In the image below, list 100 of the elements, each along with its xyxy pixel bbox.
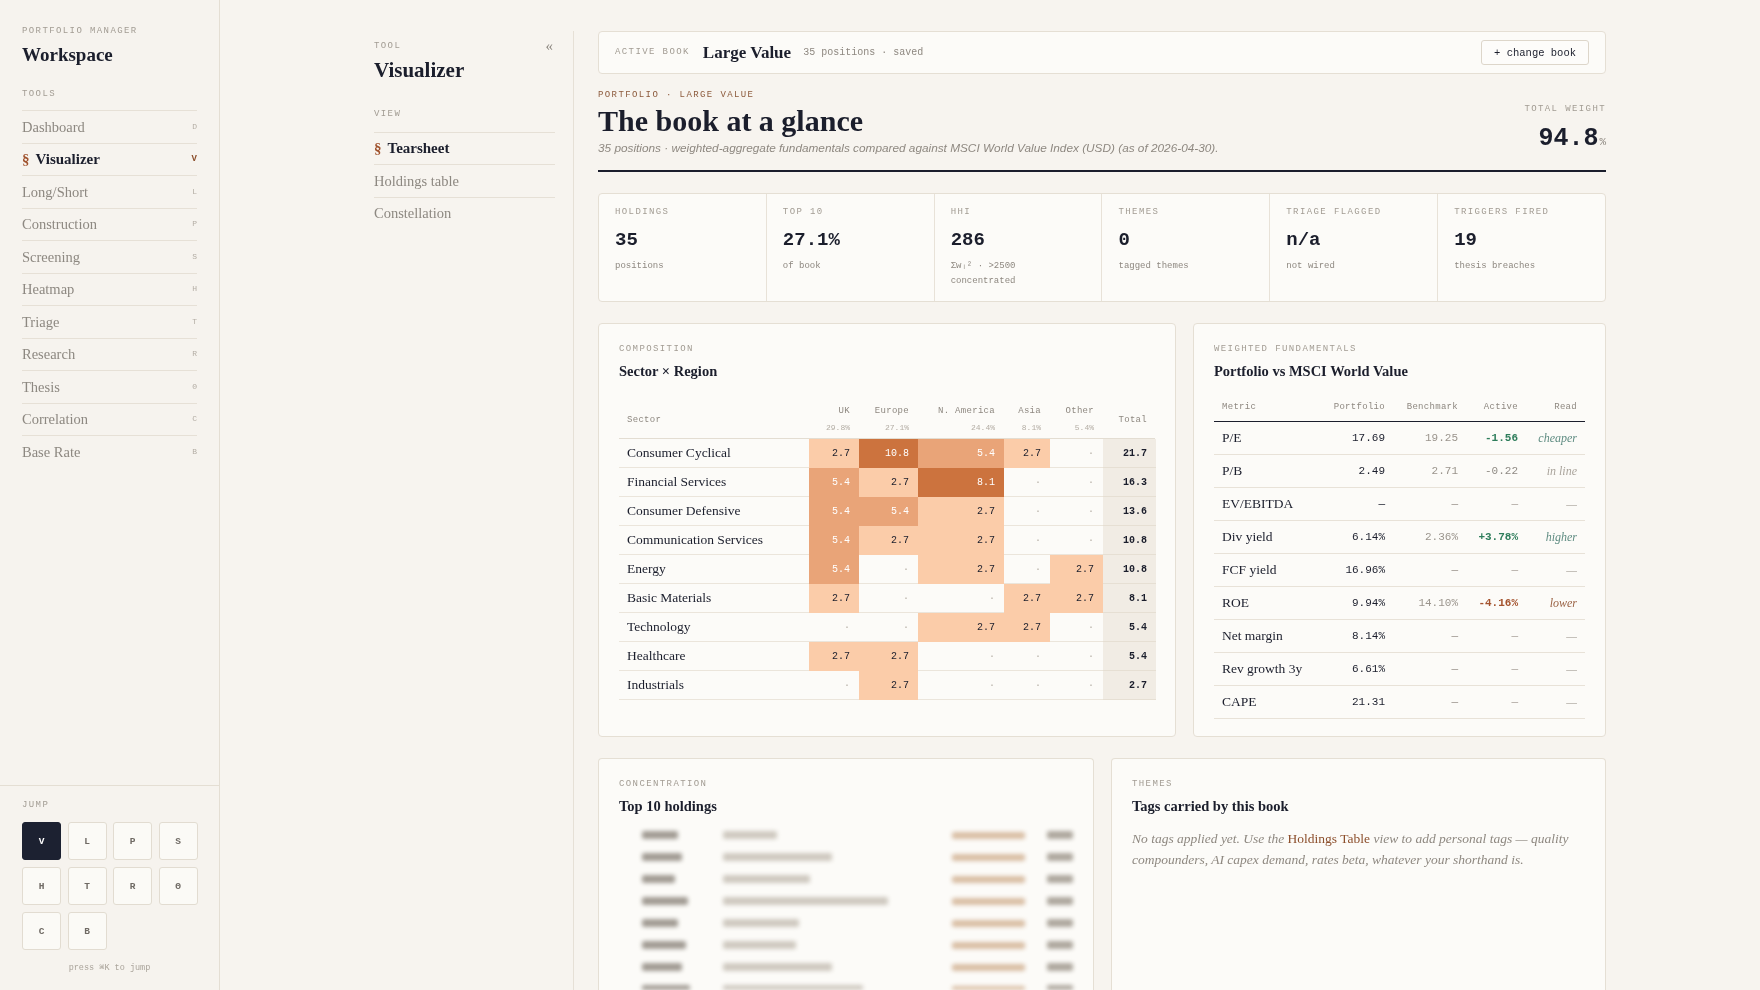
stat-label: HHI <box>950 206 973 218</box>
heatmap-cell: 2.7 <box>1004 584 1050 613</box>
total-cell: 8.1 <box>1103 584 1156 613</box>
card-title: Top 10 holdings <box>619 797 718 815</box>
column-label: UK <box>838 405 850 417</box>
heatmap-cell: 2.7 <box>1004 613 1050 642</box>
metric-label: EV/EBITDA <box>1214 488 1324 521</box>
jump-key-button[interactable]: B <box>67 912 107 950</box>
column-share: 24.4% <box>971 422 995 434</box>
portfolio-value: 2.49 <box>1324 455 1393 488</box>
column-label: Benchmark <box>1405 401 1459 414</box>
tool-eyebrow: TOOL <box>374 41 402 52</box>
portfolio-value: 9.94% <box>1324 587 1393 620</box>
heatmap-cell: 2.7 <box>859 671 918 700</box>
jump-key-button[interactable]: V <box>22 822 61 860</box>
sidebar-item[interactable]: Dashboard <box>22 117 85 136</box>
active-value: — <box>1466 686 1526 719</box>
column-label: Total <box>1118 413 1147 426</box>
metric-label: Net margin <box>1214 620 1324 653</box>
metric-label: ROE <box>1214 587 1324 620</box>
shortcut-key: T <box>192 316 197 327</box>
page-title: The book at a glance <box>598 103 865 138</box>
stat-note: Σwᵢ² · >2500 concentrated <box>950 259 1017 288</box>
sidebar-item[interactable]: Construction <box>22 215 97 234</box>
total-cell: 13.6 <box>1103 497 1156 526</box>
column-label: Sector <box>627 413 662 426</box>
workspace-title: Workspace <box>22 44 114 66</box>
change-book-button[interactable]: + change book <box>1481 40 1589 65</box>
jump-key-button[interactable]: Θ <box>158 867 198 905</box>
view-nav-item[interactable]: Holdings table <box>374 171 459 190</box>
themes-note: No tags applied yet. Use the Holdings Table view to add personal tags — quality compounders, AI capex demand, rates beta, whatever your shorthand is. <box>1132 829 1570 869</box>
total-cell: 10.8 <box>1103 555 1156 584</box>
card-title: Tags carried by this book <box>1132 797 1290 815</box>
card-title: Sector × Region <box>619 362 719 380</box>
portfolio-value: — <box>1324 488 1393 521</box>
heatmap-cell: 2.7 <box>918 613 1004 642</box>
sidebar-item[interactable]: Base Rate <box>22 442 81 461</box>
holdings-table-link[interactable]: Holdings Table <box>1287 830 1371 846</box>
view-nav-item[interactable]: § Tearsheet <box>374 139 450 158</box>
page-eyebrow: PORTFOLIO · LARGE VALUE <box>598 90 756 101</box>
heatmap-cell: 2.7 <box>859 468 918 497</box>
column-label: Europe <box>874 405 909 417</box>
sidebar-item[interactable]: Screening <box>22 247 80 266</box>
metric-label: P/B <box>1214 455 1324 488</box>
heatmap-cell: 2.7 <box>1004 439 1050 468</box>
heatmap-cell: 2.7 <box>918 555 1004 584</box>
jump-key-button[interactable]: H <box>22 867 61 905</box>
jump-key-button[interactable]: S <box>158 822 198 860</box>
card-eyebrow: COMPOSITION <box>619 343 695 355</box>
heatmap-cell: 2.7 <box>859 526 918 555</box>
page-subtitle: 35 positions · weighted-aggregate fundamentals compared against MSCI World Value Index (USD) (as of 2026-04-30). <box>598 141 1219 155</box>
stat-value: 286 <box>950 228 986 252</box>
stat-label: TRIGGERS FIRED <box>1454 206 1551 218</box>
benchmark-value: — <box>1393 488 1466 521</box>
sidebar-item[interactable]: Thesis <box>22 377 60 396</box>
empty-value: · <box>1004 497 1050 526</box>
jump-key-button[interactable]: R <box>113 867 152 905</box>
column-label: Read <box>1553 401 1578 414</box>
active-value: — <box>1466 653 1526 686</box>
total-cell: 10.8 <box>1103 526 1156 555</box>
shortcut-key: P <box>192 219 197 230</box>
total-cell: 2.7 <box>1103 671 1156 700</box>
active-value: — <box>1466 554 1526 587</box>
column-share: 8.1% <box>1021 422 1041 434</box>
benchmark-value: — <box>1393 620 1466 653</box>
view-nav-item[interactable]: Constellation <box>374 204 452 223</box>
jump-key-button[interactable]: T <box>67 867 107 905</box>
sidebar-item[interactable]: Heatmap <box>22 280 75 299</box>
column-label: Other <box>1065 405 1094 417</box>
column-label: Asia <box>1018 405 1041 417</box>
heatmap-cell: 5.4 <box>809 497 859 526</box>
shortcut-key: D <box>192 121 197 132</box>
active-book-label: ACTIVE BOOK <box>615 47 690 58</box>
sidebar-item[interactable]: Research <box>22 345 76 364</box>
column-share: 5.4% <box>1074 422 1094 434</box>
sidebar-item[interactable]: Long/Short <box>22 182 89 201</box>
section-label: VIEW <box>374 109 403 120</box>
active-value: -0.22 <box>1466 455 1526 488</box>
active-value: — <box>1466 488 1526 521</box>
jump-key-button[interactable]: P <box>113 822 152 860</box>
heatmap-cell: 2.7 <box>809 642 859 671</box>
stat-note: not wired <box>1286 259 1336 273</box>
sidebar-item[interactable]: Correlation <box>22 410 89 429</box>
read-label: — <box>1526 554 1585 587</box>
sector-label: Technology <box>619 613 809 642</box>
section-sign-icon: § <box>22 150 30 169</box>
heatmap-cell: 5.4 <box>809 555 859 584</box>
collapse-button[interactable]: « <box>543 41 555 52</box>
benchmark-value: — <box>1393 686 1466 719</box>
shortcut-key: R <box>192 349 197 360</box>
read-label: cheaper <box>1526 422 1585 455</box>
jump-key-button[interactable]: L <box>67 822 107 860</box>
stat-value: 27.1% <box>782 228 841 252</box>
portfolio-value: 6.14% <box>1324 521 1393 554</box>
sidebar-item[interactable]: § Visualizer <box>22 150 100 169</box>
sidebar-item[interactable]: Triage <box>22 312 60 331</box>
heatmap-cell: 5.4 <box>859 497 918 526</box>
stat-note: thesis breaches <box>1454 259 1537 273</box>
jump-key-button[interactable]: C <box>22 912 61 950</box>
heatmap-cell: 2.7 <box>859 642 918 671</box>
